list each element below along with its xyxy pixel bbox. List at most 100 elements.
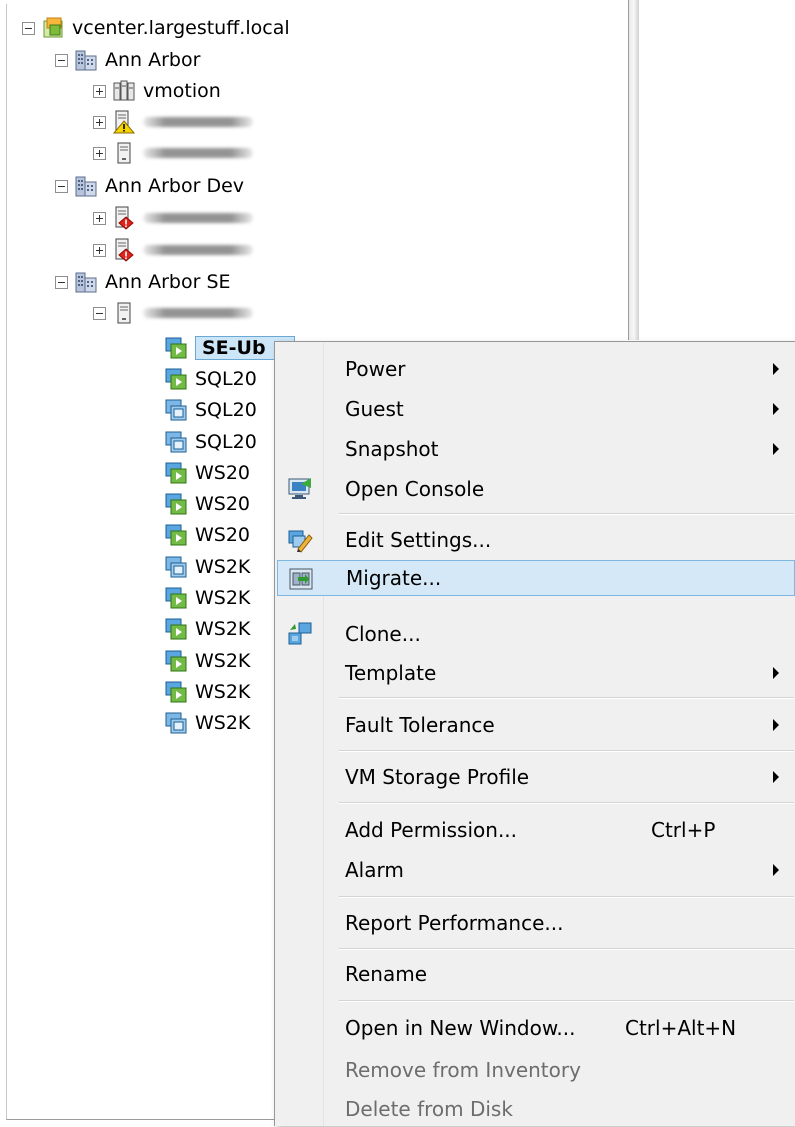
- menu-item-rename[interactable]: Rename: [277, 956, 795, 992]
- vm-powered-on-icon: [165, 492, 187, 516]
- redacted-host-name: [143, 213, 253, 223]
- vm-powered-off-icon: [165, 430, 187, 454]
- tree-node-label: SQL20: [195, 399, 257, 421]
- menu-item-edit-settings[interactable]: Edit Settings...: [277, 522, 795, 558]
- submenu-arrow-icon: [773, 864, 779, 876]
- tree-node-vm[interactable]: WS2K: [165, 551, 250, 583]
- submenu-arrow-icon: [773, 403, 779, 415]
- tree-node-label: WS2K: [195, 587, 251, 609]
- edit-settings-icon: [287, 527, 313, 553]
- tree-node-vm[interactable]: WS2K: [165, 613, 250, 645]
- tree-node-host[interactable]: [93, 234, 253, 266]
- tree-node-label: Ann Arbor Dev: [105, 175, 245, 197]
- tree-node-label: WS20: [195, 524, 251, 546]
- menu-item-shortcut: Ctrl+P: [651, 818, 716, 842]
- tree-node-vm[interactable]: WS2K: [165, 582, 250, 614]
- menu-item-power[interactable]: Power: [277, 351, 795, 387]
- tree-node-vm[interactable]: WS2K: [165, 707, 250, 739]
- menu-separator: [339, 896, 794, 898]
- vm-powered-on-icon: [165, 367, 187, 391]
- pane-splitter[interactable]: [628, 0, 639, 340]
- tree-node-datacenter[interactable]: Ann Arbor SE: [55, 266, 231, 298]
- tree-node-host[interactable]: [93, 137, 253, 169]
- menu-item-remove-from-inventory: Remove from Inventory: [277, 1052, 795, 1088]
- expand-icon[interactable]: [93, 211, 106, 225]
- tree-node-vcenter[interactable]: vcenter.largestuff.local: [22, 12, 290, 44]
- collapse-icon[interactable]: [93, 306, 106, 320]
- tree-node-host[interactable]: [93, 297, 253, 329]
- collapse-icon[interactable]: [55, 179, 68, 193]
- menu-item-alarm[interactable]: Alarm: [277, 852, 795, 888]
- tree-node-vm[interactable]: SQL20: [165, 426, 257, 458]
- menu-item-add-permission[interactable]: Add Permission... Ctrl+P: [277, 812, 795, 848]
- menu-separator: [339, 697, 794, 699]
- tree-node-vm[interactable]: WS20: [165, 457, 250, 489]
- tree-node-cluster[interactable]: vmotion: [93, 75, 221, 107]
- tree-node-label: SQL20: [195, 431, 257, 453]
- expand-icon[interactable]: [93, 243, 106, 257]
- tree-node-vm[interactable]: WS20: [165, 519, 250, 551]
- menu-item-open-console[interactable]: Open Console: [277, 471, 795, 507]
- collapse-icon[interactable]: [22, 21, 35, 35]
- expand-icon[interactable]: [93, 84, 106, 98]
- menu-item-report-performance[interactable]: Report Performance...: [277, 905, 795, 941]
- submenu-arrow-icon: [773, 363, 779, 375]
- tree-node-host[interactable]: [93, 106, 253, 138]
- menu-separator: [339, 513, 794, 515]
- collapse-icon[interactable]: [55, 53, 68, 67]
- menu-item-snapshot[interactable]: Snapshot: [277, 431, 795, 467]
- menu-item-fault-tolerance[interactable]: Fault Tolerance: [277, 707, 795, 743]
- redacted-host-name: [143, 148, 253, 158]
- tree-node-vm[interactable]: SQL20: [165, 363, 257, 395]
- host-icon: [113, 301, 135, 325]
- submenu-arrow-icon: [773, 719, 779, 731]
- tree-node-label: vmotion: [143, 80, 221, 102]
- menu-item-label: Add Permission...: [345, 818, 518, 842]
- menu-item-template[interactable]: Template: [277, 655, 795, 691]
- tree-node-host[interactable]: [93, 202, 253, 234]
- tree-node-label: Ann Arbor: [105, 49, 201, 71]
- menu-item-label: Rename: [345, 962, 428, 986]
- tree-node-label: WS2K: [195, 618, 251, 640]
- submenu-arrow-icon: [773, 771, 779, 783]
- menu-separator: [339, 1000, 794, 1002]
- vm-powered-off-icon: [165, 398, 187, 422]
- redacted-host-name: [143, 308, 253, 318]
- vm-powered-on-icon: [165, 617, 187, 641]
- menu-item-label: Snapshot: [345, 437, 439, 461]
- redacted-host-name: [143, 117, 253, 127]
- context-menu: Power Guest Snapshot Open Console Edit S…: [274, 341, 795, 1126]
- menu-item-guest[interactable]: Guest: [277, 391, 795, 427]
- menu-item-label: Power: [345, 357, 406, 381]
- tree-node-label: WS2K: [195, 681, 251, 703]
- tree-node-vm[interactable]: WS20: [165, 488, 250, 520]
- console-icon: [287, 476, 313, 502]
- menu-item-clone[interactable]: Clone...: [277, 616, 795, 652]
- tree-node-vm[interactable]: SQL20: [165, 394, 257, 426]
- menu-item-label: Guest: [345, 397, 404, 421]
- vm-powered-off-icon: [165, 555, 187, 579]
- vm-powered-on-icon: [165, 523, 187, 547]
- expand-icon[interactable]: [93, 115, 106, 129]
- menu-item-label: Migrate...: [346, 566, 442, 590]
- menu-item-label: Fault Tolerance: [345, 713, 495, 737]
- menu-item-migrate[interactable]: Migrate...: [277, 560, 795, 596]
- tree-node-datacenter[interactable]: Ann Arbor Dev: [55, 170, 244, 202]
- host-error-icon: [113, 238, 135, 262]
- tree-node-label: WS20: [195, 462, 251, 484]
- menu-separator: [339, 802, 794, 804]
- tree-node-vm[interactable]: WS2K: [165, 645, 250, 677]
- host-error-icon: [113, 206, 135, 230]
- expand-icon[interactable]: [93, 146, 106, 160]
- menu-item-delete-from-disk: Delete from Disk: [277, 1091, 795, 1127]
- menu-item-open-in-new-window[interactable]: Open in New Window... Ctrl+Alt+N: [277, 1010, 795, 1046]
- datacenter-icon: [75, 270, 97, 294]
- submenu-arrow-icon: [773, 667, 779, 679]
- vm-powered-on-icon: [165, 336, 187, 360]
- tree-node-vm[interactable]: WS2K: [165, 676, 250, 708]
- menu-item-vm-storage-profile[interactable]: VM Storage Profile: [277, 759, 795, 795]
- tree-node-datacenter[interactable]: Ann Arbor: [55, 44, 200, 76]
- redacted-host-name: [143, 245, 253, 255]
- host-icon: [113, 141, 135, 165]
- collapse-icon[interactable]: [55, 275, 68, 289]
